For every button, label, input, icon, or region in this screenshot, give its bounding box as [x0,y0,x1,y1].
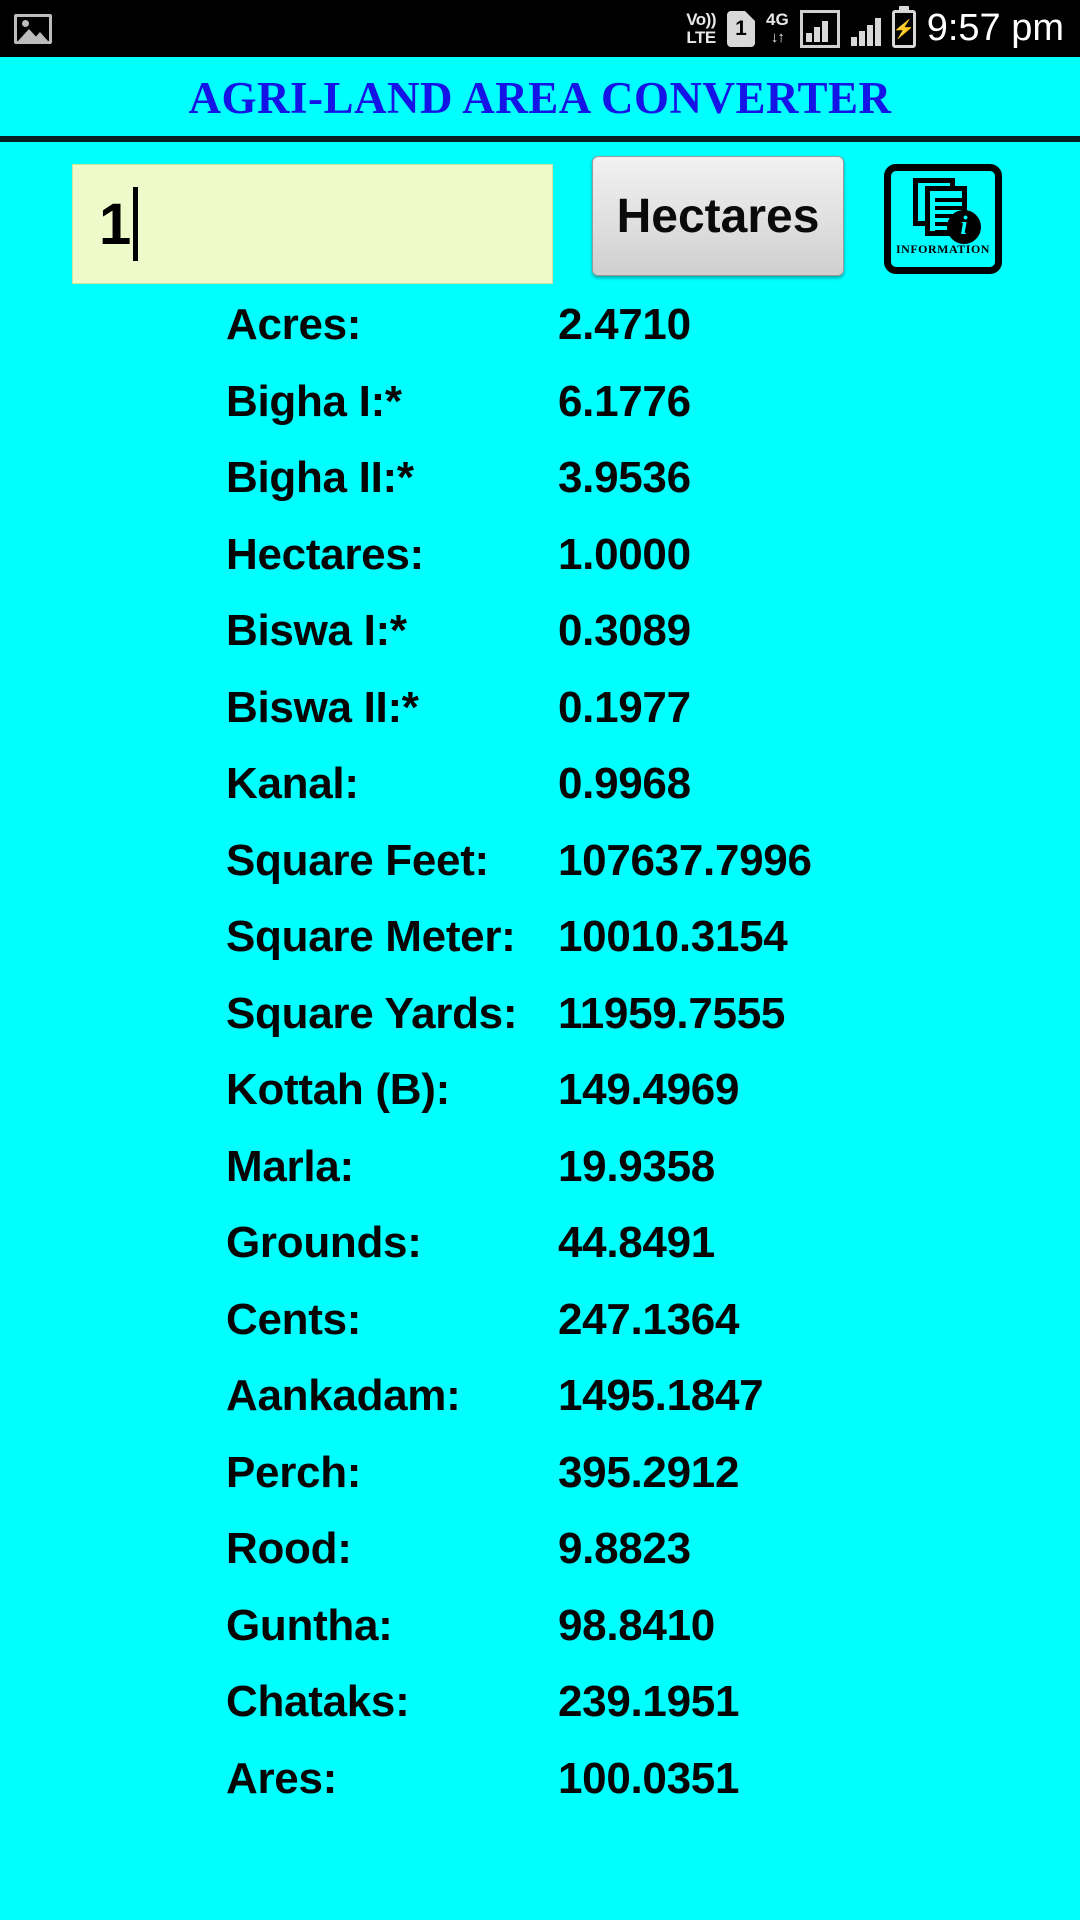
conversion-unit-value: 0.9968 [558,759,691,808]
page-title: AGRI-LAND AREA CONVERTER [188,72,892,123]
sim-card-icon: 1 [727,10,755,47]
information-documents-icon: i [907,178,981,244]
conversion-unit-label: Acres: [226,300,362,349]
conversion-row: Grounds: 44.8491 [0,1218,1080,1295]
status-bar-left [14,13,52,44]
network-arrows: ↓↑ [770,29,785,46]
information-button[interactable]: i INFORMATION [884,164,1002,274]
conversion-row: Chataks: 239.1951 [0,1677,1080,1754]
volte-line-2: LTE [686,27,716,47]
volte-line-1: Vo)) [686,9,716,29]
conversion-unit-value: 10010.3154 [558,912,788,961]
conversion-unit-label: Perch: [226,1447,362,1497]
text-caret [133,187,139,261]
conversion-unit-value: 98.8410 [558,1600,715,1650]
conversion-row: Hectares: 1.0000 [0,530,1080,607]
conversion-unit-value: 395.2912 [558,1447,740,1497]
conversion-row: Aankadam: 1495.1847 [0,1371,1080,1448]
conversion-unit-value: 0.1977 [558,682,691,732]
conversion-unit-value: 9.8823 [558,1524,691,1573]
conversion-row: Bigha II:* 3.9536 [0,453,1080,530]
info-i-icon: i [947,210,981,244]
conversion-unit-label: Biswa I:* [226,606,407,655]
conversion-unit-value: 44.8491 [558,1218,715,1267]
conversion-unit-label: Marla: [226,1141,354,1191]
conversion-row: Bigha I:* 6.1776 [0,377,1080,454]
status-bar: Vo)) LTE 1 4G ↓↑ ⚡ 9:57 pm [0,0,1080,57]
conversion-unit-label: Grounds: [226,1218,422,1267]
sim-label: 1 [735,16,747,40]
conversion-unit-label: Square Yards: [226,988,518,1038]
status-bar-right: Vo)) LTE 1 4G ↓↑ ⚡ 9:57 pm [686,7,1064,50]
battery-bolt: ⚡ [892,18,915,39]
conversion-unit-value: 100.0351 [558,1753,740,1803]
information-button-caption: INFORMATION [896,242,990,256]
conversion-unit-label: Bigha I:* [226,376,402,426]
network-type-icon: 4G ↓↑ [766,11,789,46]
conversion-unit-value: 1.0000 [558,529,691,579]
network-type-label: 4G [766,10,789,29]
conversion-row: Square Yards: 11959.7555 [0,989,1080,1066]
conversion-unit-value: 11959.7555 [558,988,786,1038]
conversion-unit-value: 2.4710 [558,300,691,349]
conversion-row: Biswa II:* 0.1977 [0,683,1080,760]
amount-input-value: 1 [99,191,132,257]
status-bar-clock: 9:57 pm [926,7,1064,49]
conversion-results-list: Acres: 2.4710 Bigha I:* 6.1776 Bigha II:* 3.9… [0,300,1080,1830]
conversion-unit-label: Bigha II:* [226,453,414,502]
signal-bars-icon [850,12,881,46]
conversion-row: Marla: 19.9358 [0,1142,1080,1219]
conversion-unit-label: Hectares: [226,529,424,579]
unit-select-label: Hectares [616,189,820,243]
conversion-unit-value: 247.1364 [558,1294,740,1344]
conversion-row: Square Meter: 10010.3154 [0,912,1080,989]
conversion-unit-label: Chataks: [226,1677,410,1726]
conversion-row: Guntha: 98.8410 [0,1601,1080,1678]
conversion-row: Kottah (B): 149.4969 [0,1065,1080,1142]
amount-input[interactable]: 1 [72,164,553,284]
conversion-row: Cents: 247.1364 [0,1295,1080,1372]
volte-icon: Vo)) LTE [686,9,716,47]
conversion-row: Biswa I:* 0.3089 [0,606,1080,683]
conversion-unit-value: 107637.7996 [558,835,812,885]
conversion-unit-value: 3.9536 [558,453,691,502]
app-root: Vo)) LTE 1 4G ↓↑ ⚡ 9:57 pm AGRI-LAND ARE [0,0,1080,1920]
conversion-unit-label: Rood: [226,1524,352,1573]
conversion-row: Perch: 395.2912 [0,1448,1080,1525]
signal-bars-boxed-icon [799,9,840,48]
unit-select-button[interactable]: Hectares [592,156,844,276]
title-bar: AGRI-LAND AREA CONVERTER [0,57,1080,138]
conversion-unit-label: Cents: [226,1294,362,1344]
battery-charging-icon: ⚡ [891,9,916,48]
conversion-unit-value: 19.9358 [558,1141,715,1191]
conversion-unit-label: Biswa II:* [226,682,419,732]
conversion-unit-value: 1495.1847 [558,1371,764,1420]
conversion-unit-value: 6.1776 [558,376,691,426]
conversion-unit-label: Kottah (B): [226,1065,450,1114]
conversion-unit-label: Kanal: [226,759,359,808]
conversion-row: Kanal: 0.9968 [0,759,1080,836]
conversion-row: Rood: 9.8823 [0,1524,1080,1601]
conversion-unit-label: Square Feet: [226,835,489,885]
conversion-unit-label: Ares: [226,1753,337,1803]
conversion-row: Ares: 100.0351 [0,1754,1080,1831]
conversion-unit-label: Square Meter: [226,912,516,961]
conversion-unit-value: 239.1951 [558,1677,740,1726]
input-row: 1 Hectares i INFORMATION [0,142,1080,292]
conversion-unit-value: 0.3089 [558,606,691,655]
conversion-unit-label: Guntha: [226,1600,393,1650]
conversion-unit-value: 149.4969 [558,1065,740,1114]
conversion-row: Acres: 2.4710 [0,300,1080,377]
conversion-row: Square Feet: 107637.7996 [0,836,1080,913]
conversion-unit-label: Aankadam: [226,1371,461,1420]
image-icon [14,13,52,44]
